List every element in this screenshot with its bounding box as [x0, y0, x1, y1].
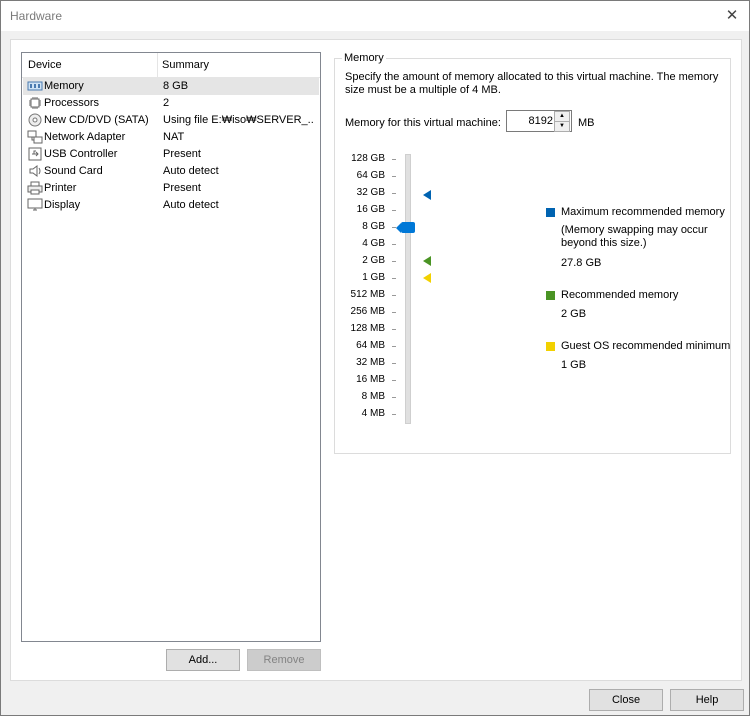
max-recommended-note: (Memory swapping may occur beyond this s… — [561, 224, 708, 249]
device-summary: NAT — [163, 131, 185, 143]
column-divider[interactable] — [157, 53, 158, 77]
recommended-swatch — [546, 291, 555, 300]
cd-dvd-icon — [27, 113, 43, 127]
scale-label: 32 MB — [356, 357, 385, 368]
minimum-label: Guest OS recommended minimum — [561, 340, 731, 352]
device-name: USB Controller — [44, 148, 118, 160]
memory-slider-thumb[interactable] — [396, 222, 415, 233]
hardware-dialog: Hardware ✕ Device Summary Memory 8 GB Pr… — [0, 0, 750, 716]
max-recommended-swatch — [546, 208, 555, 217]
scale-tick — [392, 329, 396, 330]
scale-tick — [392, 210, 396, 211]
scale-label: 64 MB — [356, 340, 385, 351]
memory-icon — [27, 79, 43, 93]
scale-tick — [392, 159, 396, 160]
remove-device-button[interactable]: Remove — [247, 649, 321, 671]
max-recommended-marker — [423, 190, 431, 200]
device-row-sound-card[interactable]: Sound Card Auto detect — [23, 163, 319, 180]
display-icon — [27, 198, 43, 212]
memory-group-label: Memory — [342, 52, 386, 64]
scale-label: 4 MB — [361, 408, 385, 419]
memory-unit: MB — [578, 117, 595, 129]
scale-label: 256 MB — [350, 306, 385, 317]
scale-tick — [392, 176, 396, 177]
scale-tick — [392, 397, 396, 398]
recommended-value: 2 GB — [561, 308, 587, 320]
device-row-network-adapter[interactable]: Network Adapter NAT — [23, 129, 319, 146]
window-title: Hardware — [10, 9, 63, 23]
scale-label: 8 MB — [361, 391, 385, 402]
device-summary: Auto detect — [163, 199, 219, 211]
device-summary: Present — [163, 148, 201, 160]
device-name: Printer — [44, 182, 77, 194]
device-summary: Auto detect — [163, 165, 219, 177]
dialog-content: Device Summary Memory 8 GB Processors 2 — [10, 39, 742, 681]
scale-tick — [392, 295, 396, 296]
device-summary: 8 GB — [163, 80, 189, 92]
network-adapter-icon — [27, 130, 43, 144]
max-recommended-label: Maximum recommended memory — [561, 206, 725, 218]
device-list-header: Device Summary — [22, 53, 320, 78]
scale-label: 16 GB — [356, 204, 385, 215]
scale-label: 16 MB — [356, 374, 385, 385]
printer-icon — [27, 181, 43, 195]
scale-tick — [392, 261, 396, 262]
device-summary: Using file E:₩iso₩SERVER_... — [163, 114, 313, 126]
device-name: Processors — [44, 97, 100, 109]
device-name: Memory — [44, 80, 84, 92]
device-summary: 2 — [163, 97, 170, 109]
device-name: Sound Card — [44, 165, 103, 177]
scale-tick — [392, 193, 396, 194]
device-row-printer[interactable]: Printer Present — [23, 180, 319, 197]
processor-icon — [27, 96, 43, 110]
add-device-button[interactable]: Add... — [166, 649, 240, 671]
device-row-cd-dvd[interactable]: New CD/DVD (SATA) Using file E:₩iso₩SERV… — [23, 112, 319, 129]
memory-description: Specify the amount of memory allocated t… — [345, 71, 719, 96]
device-row-processors[interactable]: Processors 2 — [23, 95, 319, 112]
scale-label: 128 MB — [350, 323, 385, 334]
spin-down-button[interactable]: ▼ — [554, 121, 570, 132]
scale-label: 8 GB — [362, 221, 385, 232]
close-window-button[interactable]: ✕ — [723, 7, 741, 25]
minimum-value: 1 GB — [561, 359, 587, 371]
recommended-marker — [423, 256, 431, 266]
minimum-marker — [423, 273, 431, 283]
scale-tick — [392, 363, 396, 364]
device-name: Display — [44, 199, 81, 211]
scale-label: 2 GB — [362, 255, 385, 266]
device-name: Network Adapter — [44, 131, 126, 143]
scale-tick — [392, 346, 396, 347]
device-summary: Present — [163, 182, 201, 194]
close-button[interactable]: Close — [589, 689, 663, 711]
recommended-label: Recommended memory — [561, 289, 679, 301]
scale-tick — [392, 244, 396, 245]
scale-label: 512 MB — [350, 289, 385, 300]
help-button[interactable]: Help — [670, 689, 744, 711]
memory-field-label: Memory for this virtual machine: — [345, 117, 501, 129]
minimum-swatch — [546, 342, 555, 351]
device-row-memory[interactable]: Memory 8 GB — [23, 78, 319, 95]
device-name: New CD/DVD (SATA) — [44, 114, 149, 126]
memory-slider-track[interactable] — [405, 154, 411, 424]
scale-label: 4 GB — [362, 238, 385, 249]
device-row-display[interactable]: Display Auto detect — [23, 197, 319, 214]
scale-tick — [392, 312, 396, 313]
scale-tick — [392, 380, 396, 381]
summary-column-header[interactable]: Summary — [162, 59, 209, 71]
device-column-header[interactable]: Device — [28, 59, 62, 71]
memory-input[interactable]: 8192 — [529, 115, 553, 127]
memory-spinbox[interactable]: 8192 ▲ ▼ — [506, 110, 572, 132]
device-row-usb-controller[interactable]: USB Controller Present — [23, 146, 319, 163]
speaker-icon — [27, 164, 43, 178]
scale-tick — [392, 278, 396, 279]
scale-label: 128 GB — [351, 153, 385, 164]
device-list: Device Summary Memory 8 GB Processors 2 — [21, 52, 321, 642]
scale-label: 32 GB — [356, 187, 385, 198]
scale-label: 1 GB — [362, 272, 385, 283]
title-bar: Hardware ✕ — [1, 1, 749, 31]
usb-icon — [27, 147, 43, 161]
scale-tick — [392, 414, 396, 415]
scale-label: 64 GB — [356, 170, 385, 181]
max-recommended-value: 27.8 GB — [561, 257, 602, 269]
